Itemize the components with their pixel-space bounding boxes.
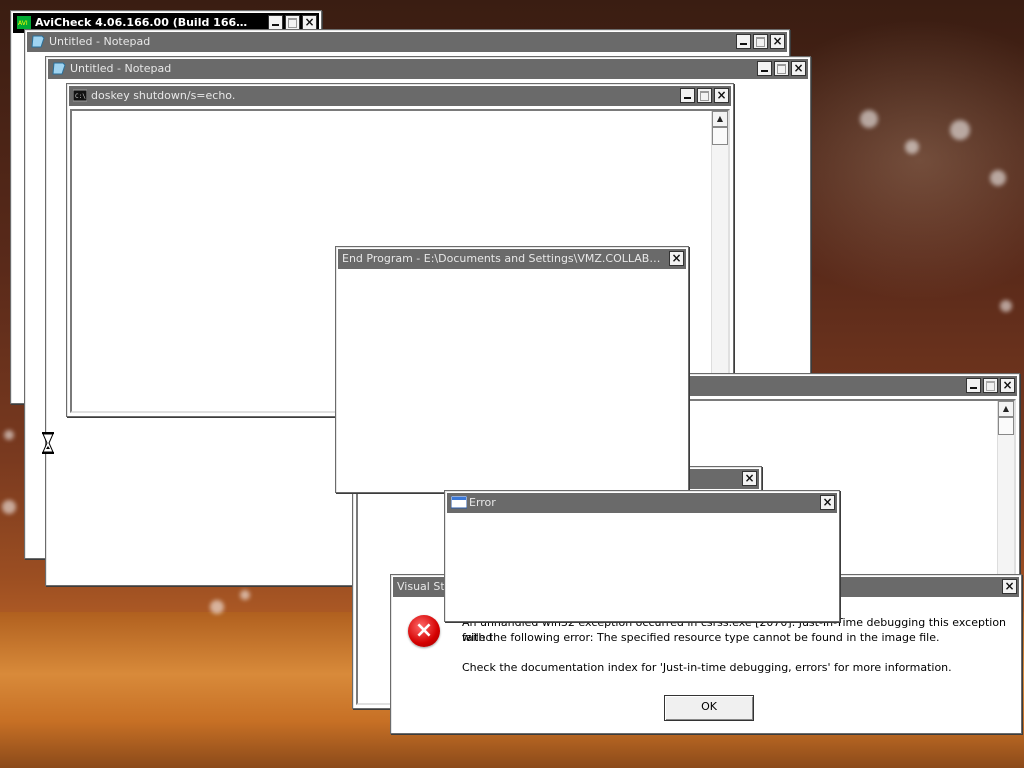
notepad-titlebar[interactable]: Untitled - Notepad ×: [27, 32, 787, 52]
scroll-up-button[interactable]: ▲: [712, 111, 728, 127]
window-title: Error: [469, 496, 496, 509]
close-button[interactable]: ×: [1000, 378, 1015, 393]
window-title: End Program - E:\Documents and Settings\…: [342, 252, 664, 265]
background-light: [4, 430, 14, 440]
svg-text:AVI: AVI: [18, 20, 28, 27]
end-program-dialog: End Program - E:\Documents and Settings\…: [335, 246, 689, 493]
background-light: [2, 500, 16, 514]
hourglass-icon: [42, 432, 54, 454]
background-light: [210, 600, 224, 614]
notepad-titlebar[interactable]: Untitled - Notepad ×: [48, 59, 808, 79]
maximize-button[interactable]: [983, 378, 998, 393]
window-title: Untitled - Notepad: [70, 62, 172, 75]
scroll-thumb[interactable]: [998, 417, 1014, 435]
maximize-button[interactable]: [697, 88, 712, 103]
error-titlebar[interactable]: Error ×: [447, 493, 837, 513]
console-icon: C:\: [72, 89, 88, 102]
minimize-button[interactable]: [268, 15, 283, 30]
close-button[interactable]: ×: [791, 61, 806, 76]
minimize-button[interactable]: [736, 34, 751, 49]
close-button[interactable]: ×: [770, 34, 785, 49]
close-button[interactable]: ×: [714, 88, 729, 103]
minimize-button[interactable]: [966, 378, 981, 393]
close-button[interactable]: ×: [820, 495, 835, 510]
notepad-icon: [31, 35, 45, 48]
maximize-button[interactable]: [774, 61, 789, 76]
background-light: [240, 590, 250, 600]
maximize-button[interactable]: [285, 15, 300, 30]
notepad-icon: [52, 62, 66, 75]
background-light: [950, 120, 970, 140]
svg-text:C:\: C:\: [75, 93, 86, 100]
scroll-thumb[interactable]: [712, 127, 728, 145]
error-dialog: Error ×: [444, 490, 840, 622]
avi-app-icon: AVI: [17, 16, 31, 29]
minimize-button[interactable]: [680, 88, 695, 103]
window-title: AviCheck 4.06.166.00 (Build 166_00): [35, 16, 249, 29]
background-light: [990, 170, 1006, 186]
scroll-up-button[interactable]: ▲: [998, 401, 1014, 417]
window-title: Untitled - Notepad: [49, 35, 151, 48]
console-titlebar[interactable]: C:\ doskey shutdown/s=echo. ×: [69, 86, 731, 106]
window-icon: [450, 495, 468, 509]
minimize-button[interactable]: [757, 61, 772, 76]
error-icon: ×: [408, 615, 440, 647]
close-button[interactable]: ×: [669, 251, 684, 266]
ok-button[interactable]: OK: [664, 695, 754, 721]
close-button[interactable]: ×: [302, 15, 317, 30]
background-light: [905, 140, 919, 154]
maximize-button[interactable]: [753, 34, 768, 49]
vertical-scrollbar[interactable]: ▲ ▼: [711, 111, 728, 411]
close-button[interactable]: ×: [1002, 579, 1017, 594]
end-program-titlebar[interactable]: End Program - E:\Documents and Settings\…: [338, 249, 686, 269]
background-light: [860, 110, 878, 128]
close-button[interactable]: ×: [742, 471, 757, 486]
error-message-line: with the following error: The specified …: [462, 631, 940, 644]
window-title: doskey shutdown/s=echo.: [91, 89, 236, 102]
error-message-line: Check the documentation index for 'Just-…: [462, 661, 952, 674]
background-light: [1000, 300, 1012, 312]
